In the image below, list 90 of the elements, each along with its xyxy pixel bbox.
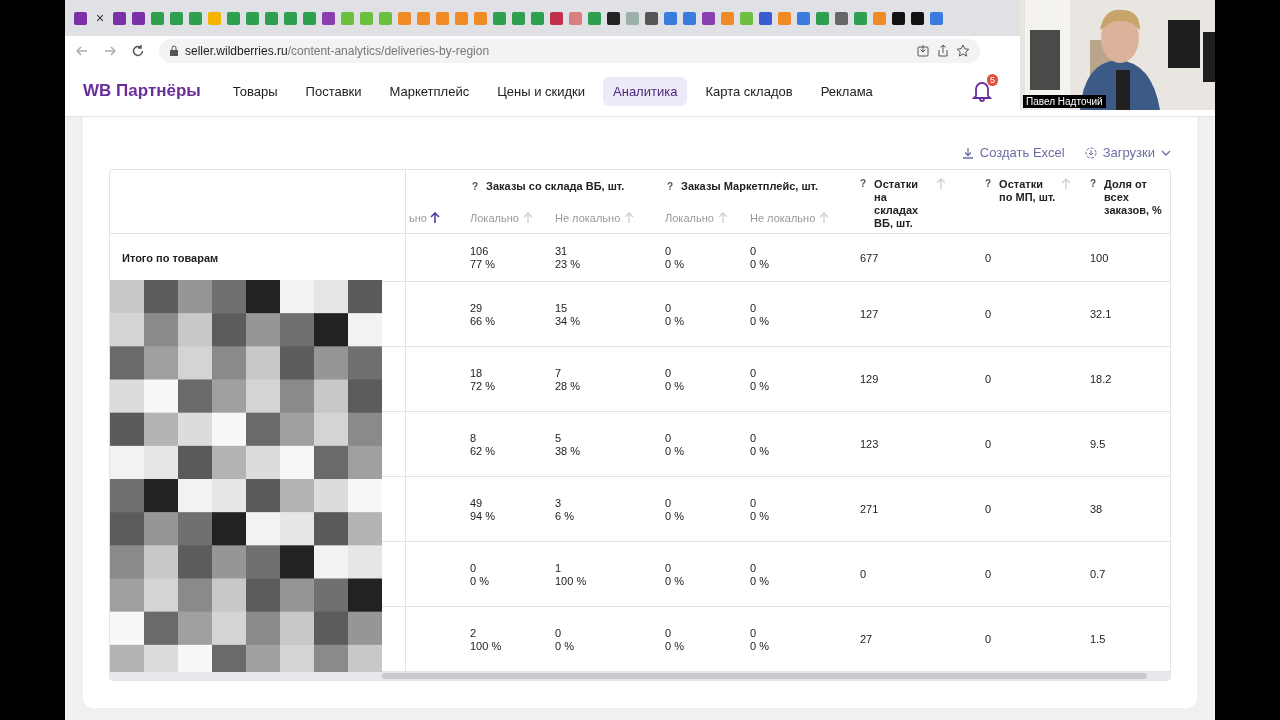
help-icon[interactable]: ? [985,178,992,189]
table-cell: 0 [985,251,992,265]
table-cell: 32.1 [1090,308,1112,321]
table-cell: 0 [985,568,992,581]
nav-tab[interactable]: Маркетплейс [379,76,480,106]
table-cell: 100 [1090,251,1109,265]
table-cell: 106 77 % [470,245,496,271]
nav-tab[interactable]: Поставки [295,76,372,106]
table-cell: 27 [860,633,873,646]
download-icon [961,146,974,159]
table-cell: 0 [860,568,867,581]
table-cell: 9.5 [1090,438,1106,451]
table-cell: 0 [985,503,992,516]
table-cell: 31 23 % [555,245,581,271]
help-icon[interactable]: ? [472,180,479,192]
table-cell: 0 0 % [750,366,769,393]
create-excel-button[interactable]: Создать Excel [961,145,1065,160]
table-cell: 0 0 % [665,626,684,653]
table-cell: 29 66 % [470,301,496,328]
tab-favicon-icon[interactable] [892,11,905,25]
download-circle-icon [1084,146,1097,159]
back-icon[interactable] [75,44,89,58]
table-cell: 0 0 % [665,245,684,271]
chevron-down-icon [1161,148,1171,157]
column-header[interactable]: Доля от всех заказов, % [1104,178,1163,217]
table-cell: 0 0 % [665,496,684,523]
table-cell: 3 6 % [555,496,574,523]
caption: Павел Надточий [1023,95,1106,108]
help-icon[interactable]: ? [667,180,674,192]
nav-tab[interactable]: Карта складов [695,76,803,106]
table-cell: 1 100 % [555,561,587,588]
nav-tab[interactable]: Товары [222,76,288,106]
tab-close-button[interactable]: × [93,10,107,26]
notification-badge: 5 [987,74,998,86]
logo[interactable]: WB Партнёры [83,81,201,101]
table-cell: 0 0 % [555,626,574,653]
table-cell: 123 [860,438,879,451]
table-cell: 0 0 % [665,366,684,393]
table-cell: 2 100 % [470,626,502,653]
table-cell: 0 0 % [665,301,684,328]
help-icon[interactable]: ? [860,178,867,189]
table-cell: 38 [1090,503,1103,516]
install-icon[interactable] [916,44,930,58]
nav-tab[interactable]: Реклама [810,76,883,106]
table-cell: 0 [985,373,992,386]
table-cell: 271 [860,503,879,516]
reload-icon[interactable] [131,44,145,58]
table-cell: 49 94 % [470,496,496,523]
downloads-button[interactable]: Загрузки [1084,145,1171,160]
table-cell: 677 [860,251,879,265]
table-cell: 0 0 % [750,301,769,328]
table-cell: 0 0 % [750,626,769,653]
table-cell: 18 72 % [470,366,496,393]
tab-favicon-icon[interactable] [607,11,620,25]
table-cell: 15 34 % [555,301,581,328]
group-header: Заказы Маркетплейс, шт. [681,180,819,192]
lock-icon [169,45,179,57]
nav-tab[interactable]: Цены и скидки [487,76,596,106]
table-cell: 0.7 [1090,568,1106,581]
table-cell: 0 0 % [750,431,769,458]
table-cell: 18.2 [1090,373,1112,386]
column-header[interactable]: Остатки на складах ВБ, шт. [874,178,933,230]
forward-icon[interactable] [103,44,117,58]
table-cell: 0 0 % [665,561,684,588]
table-cell: 129 [860,373,879,386]
column-header[interactable]: Остатки по МП, шт. [999,178,1058,204]
table-cell: 5 38 % [555,431,581,458]
nav-tab[interactable]: Аналитика [603,76,688,106]
share-icon[interactable] [936,44,950,58]
table-cell: 0 0 % [750,496,769,523]
help-icon[interactable]: ? [1090,178,1097,189]
table-cell: 0 0 % [750,245,769,271]
tab-favicon-icon[interactable] [911,11,924,25]
table-cell: Итого по товарам [122,251,219,265]
table-cell: 0 0 % [750,561,769,588]
bell-icon[interactable] [972,80,992,102]
table-cell: 1.5 [1090,633,1106,646]
sort-arrow-icon[interactable] [430,212,440,224]
table-cell: 8 62 % [470,431,496,458]
table-cell: 0 [985,633,992,646]
table-cell: 0 0 % [470,561,489,588]
table-cell: 127 [860,308,879,321]
star-icon[interactable] [956,44,970,58]
table-cell: 7 28 % [555,366,581,393]
group-header: Заказы со склада ВБ, шт. [486,180,625,192]
table-cell: 0 [985,438,992,451]
table-cell: 0 [985,308,992,321]
address-bar[interactable]: seller.wildberries.ru/content-analytics/deliveries-by-region [159,39,980,63]
table-cell: 0 0 % [665,431,684,458]
scrollbar-thumb[interactable] [382,673,1147,679]
